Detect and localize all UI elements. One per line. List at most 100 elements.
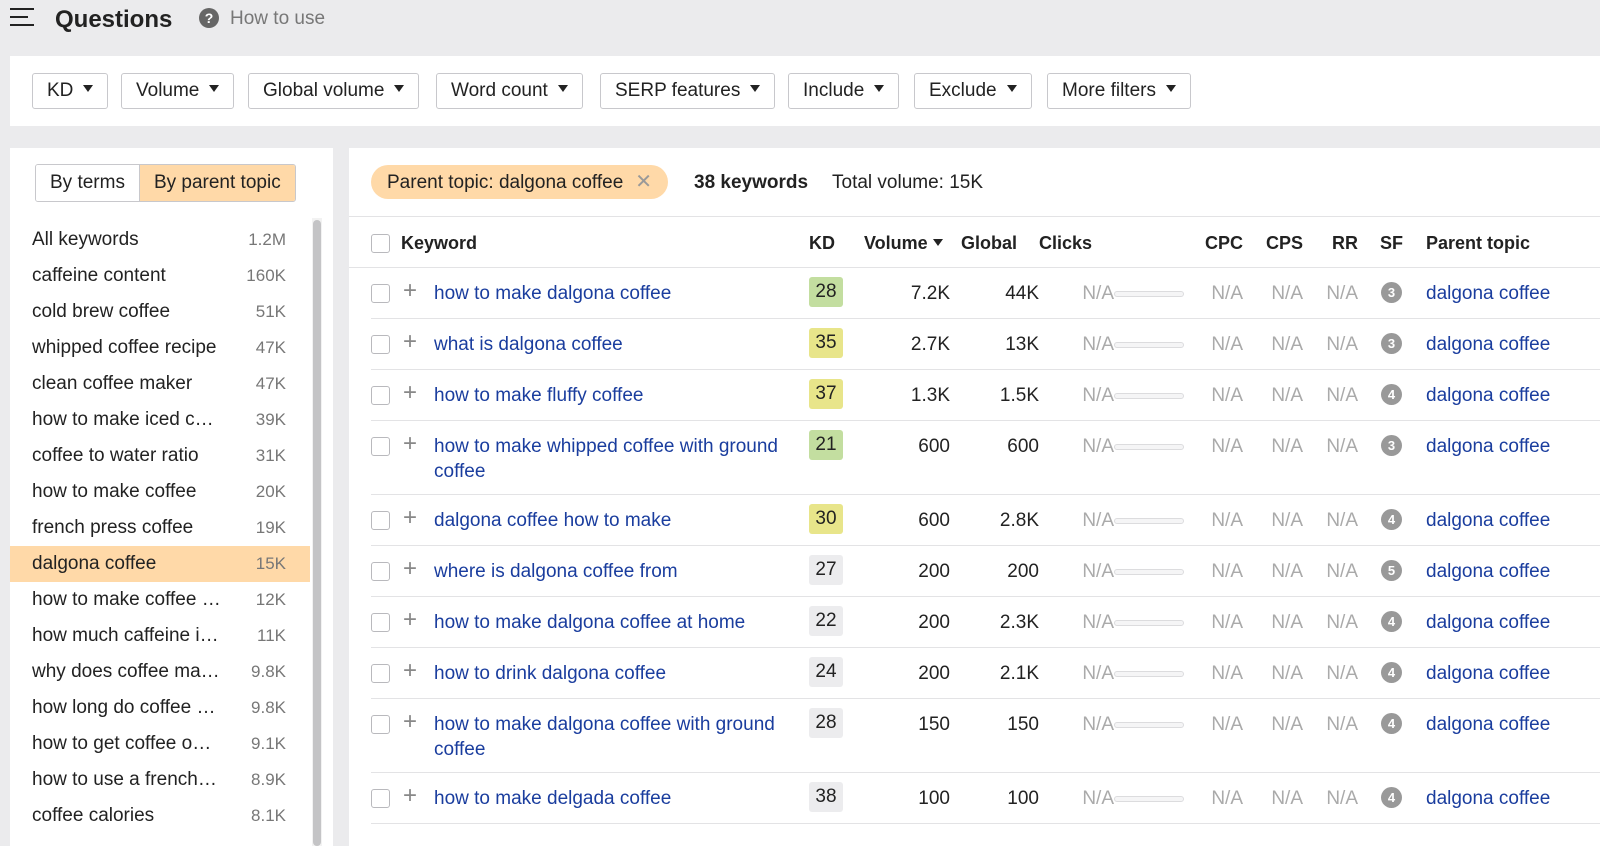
parent-topic-link[interactable]: dalgona coffee — [1426, 712, 1550, 737]
parent-topic-link[interactable]: dalgona coffee — [1426, 786, 1550, 811]
sidebar-item[interactable]: how long do coffee … 9.8K — [10, 690, 310, 726]
table-row: + how to make delgada coffee 38 100 100 N/A N/… — [371, 773, 1600, 824]
row-checkbox[interactable] — [371, 789, 390, 808]
filter-volume-dropdown[interactable]: Volume — [121, 73, 235, 109]
row-checkbox[interactable] — [371, 335, 390, 354]
parent-topic-link[interactable]: dalgona coffee — [1426, 559, 1550, 584]
sidebar-item[interactable]: cold brew coffee 51K — [10, 294, 310, 330]
caret-down-icon — [1165, 85, 1176, 93]
sf-count-badge[interactable]: 3 — [1381, 435, 1402, 456]
column-cps[interactable]: CPS — [1266, 233, 1303, 254]
column-clicks[interactable]: Clicks — [1039, 233, 1092, 254]
parent-topic-link[interactable]: dalgona coffee — [1426, 508, 1550, 533]
sidebar-item[interactable]: coffee to water ratio 31K — [10, 438, 310, 474]
parent-topic-link[interactable]: dalgona coffee — [1426, 434, 1550, 459]
column-keyword[interactable]: Keyword — [401, 233, 477, 254]
row-checkbox[interactable] — [371, 613, 390, 632]
row-checkbox[interactable] — [371, 562, 390, 581]
sidebar-item[interactable]: whipped coffee recipe 47K — [10, 330, 310, 366]
keyword-link[interactable]: how to make dalgona coffee at home — [434, 610, 804, 635]
column-parent-topic[interactable]: Parent topic — [1426, 233, 1530, 254]
filter-serp-features-dropdown[interactable]: SERP features — [600, 73, 776, 109]
sidebar-item[interactable]: why does coffee ma… 9.8K — [10, 654, 310, 690]
plus-icon[interactable]: + — [403, 557, 417, 581]
how-to-use-link[interactable]: How to use — [230, 8, 325, 30]
keyword-link[interactable]: what is dalgona coffee — [434, 332, 804, 357]
keyword-link[interactable]: how to make delgada coffee — [434, 786, 804, 811]
sf-count-badge[interactable]: 4 — [1381, 611, 1402, 632]
row-checkbox[interactable] — [371, 437, 390, 456]
plus-icon[interactable]: + — [403, 608, 417, 632]
row-checkbox[interactable] — [371, 715, 390, 734]
sidebar-item[interactable]: how to make coffee … 12K — [10, 582, 310, 618]
row-checkbox[interactable] — [371, 284, 390, 303]
sf-count-badge[interactable]: 5 — [1381, 560, 1402, 581]
filter-kd-dropdown[interactable]: KD — [32, 73, 109, 109]
plus-icon[interactable]: + — [403, 784, 417, 808]
row-checkbox[interactable] — [371, 664, 390, 683]
filter-word-count-dropdown[interactable]: Word count — [436, 73, 583, 109]
keyword-link[interactable]: dalgona coffee how to make — [434, 508, 804, 533]
keyword-link[interactable]: how to make fluffy coffee — [434, 383, 804, 408]
close-icon[interactable]: ✕ — [635, 171, 652, 193]
keyword-link[interactable]: where is dalgona coffee from — [434, 559, 804, 584]
sf-count-badge[interactable]: 3 — [1381, 282, 1402, 303]
sidebar-item-label: coffee to water ratio — [32, 445, 199, 466]
sidebar-item[interactable]: clean coffee maker 47K — [10, 366, 310, 402]
question-circle-icon[interactable]: ? — [199, 8, 219, 28]
sidebar-item[interactable]: how to make coffee 20K — [10, 474, 310, 510]
sf-count-badge[interactable]: 4 — [1381, 509, 1402, 530]
column-rr[interactable]: RR — [1332, 233, 1358, 254]
sidebar-item[interactable]: how much caffeine i… 11K — [10, 618, 310, 654]
sidebar-item[interactable]: caffeine content 160K — [10, 258, 310, 294]
sf-count-badge[interactable]: 4 — [1381, 662, 1402, 683]
column-volume[interactable]: Volume — [864, 233, 943, 254]
clicks-value: N/A — [1082, 436, 1114, 457]
sidebar-item[interactable]: coffee calories 8.1K — [10, 798, 310, 834]
plus-icon[interactable]: + — [403, 381, 417, 405]
parent-topic-filter-chip[interactable]: Parent topic: dalgona coffee ✕ — [371, 165, 669, 199]
filter-global-volume-dropdown[interactable]: Global volume — [248, 73, 420, 109]
row-checkbox[interactable] — [371, 386, 390, 405]
sidebar-item[interactable]: how to get coffee o… 9.1K — [10, 726, 310, 762]
keyword-link[interactable]: how to make dalgona coffee with ground c… — [434, 712, 804, 762]
sidebar-item[interactable]: french press coffee 19K — [10, 510, 310, 546]
hamburger-menu-icon[interactable] — [10, 8, 34, 28]
filter-exclude-dropdown[interactable]: Exclude — [914, 73, 1032, 109]
keyword-table-body: + how to make dalgona coffee 28 7.2K 44K N/A N… — [349, 268, 1600, 824]
sf-count-badge[interactable]: 4 — [1381, 384, 1402, 405]
plus-icon[interactable]: + — [403, 279, 417, 303]
keyword-link[interactable]: how to make whipped coffee with ground c… — [434, 434, 804, 484]
keyword-link[interactable]: how to make dalgona coffee — [434, 281, 804, 306]
column-cpc[interactable]: CPC — [1205, 233, 1243, 254]
by-terms-tab[interactable]: By terms — [36, 165, 140, 201]
plus-icon[interactable]: + — [403, 659, 417, 683]
filter-include-dropdown[interactable]: Include — [788, 73, 900, 109]
by-parent-topic-tab[interactable]: By parent topic — [139, 165, 295, 201]
cps-value: N/A — [1271, 714, 1303, 735]
plus-icon[interactable]: + — [403, 506, 417, 530]
column-sf[interactable]: SF — [1380, 233, 1403, 254]
row-checkbox[interactable] — [371, 511, 390, 530]
parent-topic-link[interactable]: dalgona coffee — [1426, 661, 1550, 686]
parent-topic-link[interactable]: dalgona coffee — [1426, 281, 1550, 306]
sidebar-scrollbar-thumb[interactable] — [313, 220, 321, 846]
sidebar-item[interactable]: All keywords 1.2M — [10, 222, 310, 258]
sf-count-badge[interactable]: 4 — [1381, 713, 1402, 734]
column-kd[interactable]: KD — [809, 233, 835, 254]
sidebar-item[interactable]: dalgona coffee 15K — [10, 546, 310, 582]
column-global[interactable]: Global — [961, 233, 1017, 254]
sf-count-badge[interactable]: 4 — [1381, 787, 1402, 808]
plus-icon[interactable]: + — [403, 330, 417, 354]
filter-more-filters-dropdown[interactable]: More filters — [1047, 73, 1191, 109]
keyword-link[interactable]: how to drink dalgona coffee — [434, 661, 804, 686]
parent-topic-link[interactable]: dalgona coffee — [1426, 610, 1550, 635]
parent-topic-link[interactable]: dalgona coffee — [1426, 383, 1550, 408]
plus-icon[interactable]: + — [403, 710, 417, 734]
sidebar-item[interactable]: how to make iced c… 39K — [10, 402, 310, 438]
sidebar-item[interactable]: how to use a french… 8.9K — [10, 762, 310, 798]
parent-topic-link[interactable]: dalgona coffee — [1426, 332, 1550, 357]
sf-count-badge[interactable]: 3 — [1381, 333, 1402, 354]
select-all-checkbox[interactable] — [371, 234, 390, 253]
plus-icon[interactable]: + — [403, 432, 417, 456]
